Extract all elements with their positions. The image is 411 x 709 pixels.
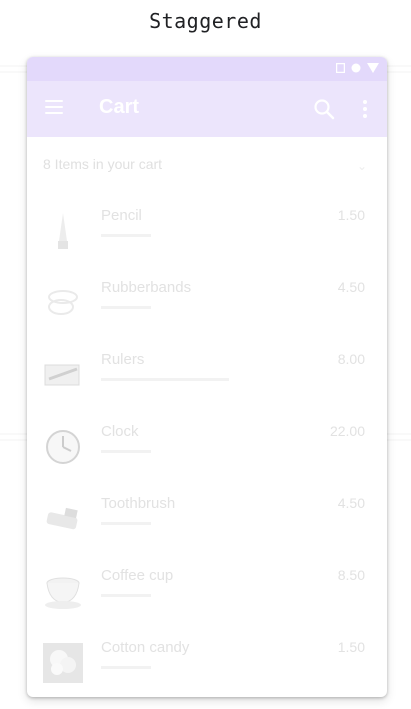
menu-icon[interactable] [45,100,63,118]
status-bar [27,57,387,81]
item-name: Clock [101,423,139,440]
item-name: Toothbrush [101,495,176,512]
item-price: 4.50 [337,495,365,511]
sim-icon [336,63,345,73]
item-price: 22.00 [329,423,365,439]
item-price: 4.50 [337,279,365,295]
cart-item-rubberbands[interactable]: Rubberbands 4.50 [27,273,387,345]
caption: Staggered [149,9,262,33]
item-quantity-placeholder [101,231,161,244]
more-vert-icon[interactable] [355,98,375,120]
cart-item-coffee-cup[interactable]: Coffee cup 8.50 [27,561,387,633]
pencil-icon [58,213,68,249]
item-quantity-placeholder [101,447,161,460]
item-quantity-placeholder [101,303,161,316]
circle-icon [351,63,361,73]
item-name: Rubberbands [101,279,192,296]
toothbrush-icon [46,507,78,530]
item-quantity-placeholder [101,375,241,388]
cotton-candy-icon [43,643,83,683]
item-quantity-placeholder [101,519,161,532]
item-price: 1.50 [337,639,365,655]
clock-icon [46,430,80,464]
app-bar: Cart [27,81,387,137]
wifi-icon [367,63,379,73]
item-quantity-placeholder [101,591,161,604]
item-name: Coffee cup [101,567,174,584]
cart-item-cotton-candy[interactable]: Cotton candy 1.50 [27,633,387,697]
cart-list: 8 Items in your cart ⌄ Pencil 1.50 Rubbe… [27,137,387,697]
app-bar-title: Cart [99,96,140,118]
rulers-icon [44,364,80,386]
cart-item-rulers[interactable]: Rulers 8.00 [27,345,387,417]
chevron-down-icon[interactable]: ⌄ [357,159,367,173]
cart-item-toothbrush[interactable]: Toothbrush 4.50 [27,489,387,561]
item-price: 8.00 [337,351,365,367]
coffee-cup-icon [45,577,81,609]
item-name: Cotton candy [101,639,190,656]
item-price: 8.50 [337,567,365,583]
phone-frame: Cart 8 Items in your cart ⌄ Pencil 1.50 [27,57,387,697]
item-price: 1.50 [337,207,365,223]
item-quantity-placeholder [101,663,161,676]
item-name: Pencil [101,207,142,224]
search-icon[interactable] [313,98,335,120]
cart-subheader: 8 Items in your cart [43,156,163,172]
cart-item-clock[interactable]: Clock 22.00 [27,417,387,489]
cart-item-pencil[interactable]: Pencil 1.50 [27,201,387,273]
rubberbands-icon [48,290,78,315]
item-name: Rulers [101,351,145,368]
